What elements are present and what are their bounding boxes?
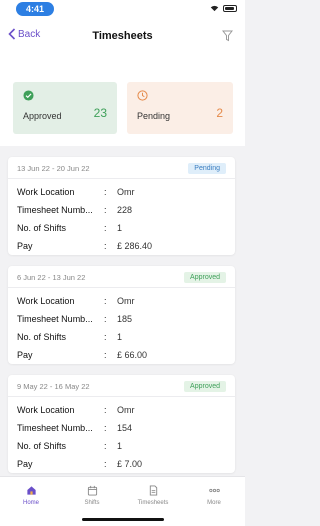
row-label: Work Location: [17, 187, 75, 197]
row-colon: :: [104, 223, 107, 233]
detail-row: Timesheet Numb...:185: [8, 310, 235, 328]
row-colon: :: [104, 459, 107, 469]
status-bar: 4:41: [0, 0, 245, 18]
row-value: £ 66.00: [117, 350, 148, 360]
row-value: £ 7.00: [117, 459, 143, 469]
date-range: 13 Jun 22 - 20 Jun 22: [17, 164, 90, 173]
tab-home[interactable]: Home: [11, 485, 51, 506]
detail-row: No. of Shifts:1: [8, 328, 235, 346]
row-colon: :: [104, 405, 107, 415]
row-value: 1: [117, 223, 123, 233]
detail-row: Work Location: Omr: [8, 183, 235, 201]
filter-icon[interactable]: [222, 30, 233, 42]
summary-section: Approved 23 Pending 2: [0, 56, 245, 146]
pending-count: 2: [216, 106, 223, 120]
row-label: Timesheet Numb...: [17, 314, 93, 324]
timesheet-card[interactable]: 9 May 22 - 16 May 22 Approved Work Locat…: [8, 375, 235, 473]
row-label: Pay: [17, 350, 33, 360]
row-colon: :: [104, 332, 107, 342]
row-label: No. of Shifts: [17, 223, 67, 233]
row-label: Timesheet Numb...: [17, 205, 93, 215]
tab-shifts-label: Shifts: [84, 500, 100, 506]
row-colon: :: [104, 296, 107, 306]
row-colon: :: [104, 441, 107, 451]
approved-label: Approved: [23, 111, 62, 121]
approved-summary-card[interactable]: Approved 23: [13, 82, 117, 134]
row-value: £ 286.40: [117, 241, 153, 251]
status-badge: Approved: [184, 381, 226, 392]
clock-icon: [137, 90, 148, 101]
status-icons: [210, 5, 237, 12]
row-value: 154: [117, 423, 133, 433]
battery-icon: [223, 5, 237, 12]
pending-summary-card[interactable]: Pending 2: [127, 82, 233, 134]
tab-shifts[interactable]: Shifts: [72, 485, 112, 506]
row-value: 228: [117, 205, 133, 215]
row-label: Pay: [17, 459, 33, 469]
status-badge: Pending: [188, 163, 226, 174]
home-icon: [26, 486, 36, 495]
nav-bar: Back Timesheets: [0, 18, 245, 56]
wifi-icon: [210, 5, 219, 12]
timesheet-card-header: 6 Jun 22 - 13 Jun 22 Approved: [8, 266, 235, 288]
row-label: No. of Shifts: [17, 441, 67, 451]
row-value: 1: [117, 441, 123, 451]
detail-row: Timesheet Numb...:228: [8, 201, 235, 219]
row-label: Work Location: [17, 405, 75, 415]
row-colon: :: [104, 314, 107, 324]
timesheet-card-header: 13 Jun 22 - 20 Jun 22 Pending: [8, 157, 235, 179]
timesheet-list[interactable]: 13 Jun 22 - 20 Jun 22 Pending Work Locat…: [0, 146, 245, 476]
tab-timesheets-label: Timesheets: [137, 500, 169, 506]
row-label: Work Location: [17, 296, 75, 306]
row-label: No. of Shifts: [17, 332, 67, 342]
row-value: Omr: [117, 187, 135, 197]
row-colon: :: [104, 187, 107, 197]
page-title: Timesheets: [92, 30, 153, 42]
tab-more-label: More: [207, 500, 221, 506]
status-badge: Approved: [184, 272, 226, 283]
row-value: Omr: [117, 405, 135, 415]
more-icon: [208, 488, 220, 493]
detail-row: Work Location: Omr: [8, 292, 235, 310]
home-indicator: [82, 518, 164, 521]
detail-row: Work Location: Omr: [8, 401, 235, 419]
document-icon: [149, 485, 157, 496]
tab-timesheets[interactable]: Timesheets: [133, 485, 173, 506]
detail-row: No. of Shifts:1: [8, 437, 235, 455]
pending-label: Pending: [137, 111, 171, 121]
row-value: Omr: [117, 296, 135, 306]
timesheet-card[interactable]: 6 Jun 22 - 13 Jun 22 Approved Work Locat…: [8, 266, 235, 364]
row-value: 185: [117, 314, 133, 324]
row-colon: :: [104, 205, 107, 215]
calendar-icon: [87, 485, 97, 496]
row-label: Timesheet Numb...: [17, 423, 93, 433]
row-value: 1: [117, 332, 123, 342]
tab-home-label: Home: [22, 500, 39, 506]
timesheet-card[interactable]: 13 Jun 22 - 20 Jun 22 Pending Work Locat…: [8, 157, 235, 255]
row-colon: :: [104, 423, 107, 433]
tab-more[interactable]: More: [194, 485, 234, 506]
detail-row: Pay: £ 66.00: [8, 346, 235, 364]
date-range: 9 May 22 - 16 May 22: [17, 382, 90, 391]
row-colon: :: [104, 241, 107, 251]
row-label: Pay: [17, 241, 33, 251]
date-range: 6 Jun 22 - 13 Jun 22: [17, 273, 86, 282]
check-circle-icon: [23, 90, 34, 101]
detail-row: Pay: £ 286.40: [8, 237, 235, 255]
timesheet-card-header: 9 May 22 - 16 May 22 Approved: [8, 375, 235, 397]
row-colon: :: [104, 350, 107, 360]
status-time: 4:41: [16, 2, 54, 16]
approved-count: 23: [93, 106, 107, 120]
detail-row: Timesheet Numb...:154: [8, 419, 235, 437]
detail-row: Pay: £ 7.00: [8, 455, 235, 473]
detail-row: No. of Shifts:1: [8, 219, 235, 237]
